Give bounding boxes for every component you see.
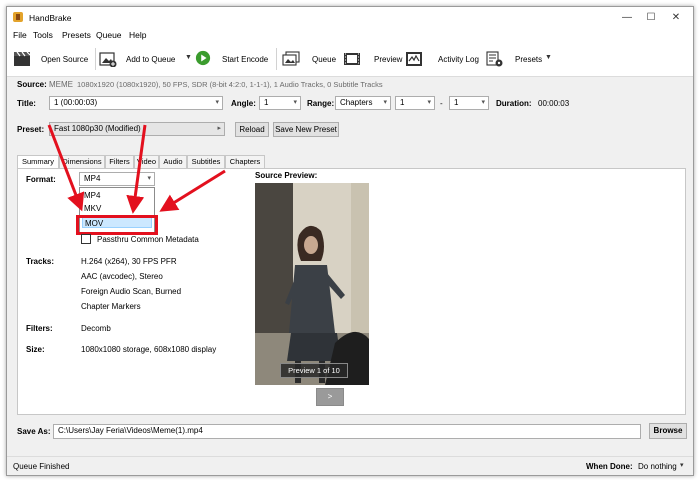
red-arrow-icon <box>47 124 85 212</box>
annotation-arrows <box>47 124 226 214</box>
handbrake-window: HandBrake — ☐ ✕ File Tools Presets Queue… <box>6 6 694 476</box>
red-arrow-icon <box>126 124 147 214</box>
red-arrow-icon <box>159 169 226 212</box>
